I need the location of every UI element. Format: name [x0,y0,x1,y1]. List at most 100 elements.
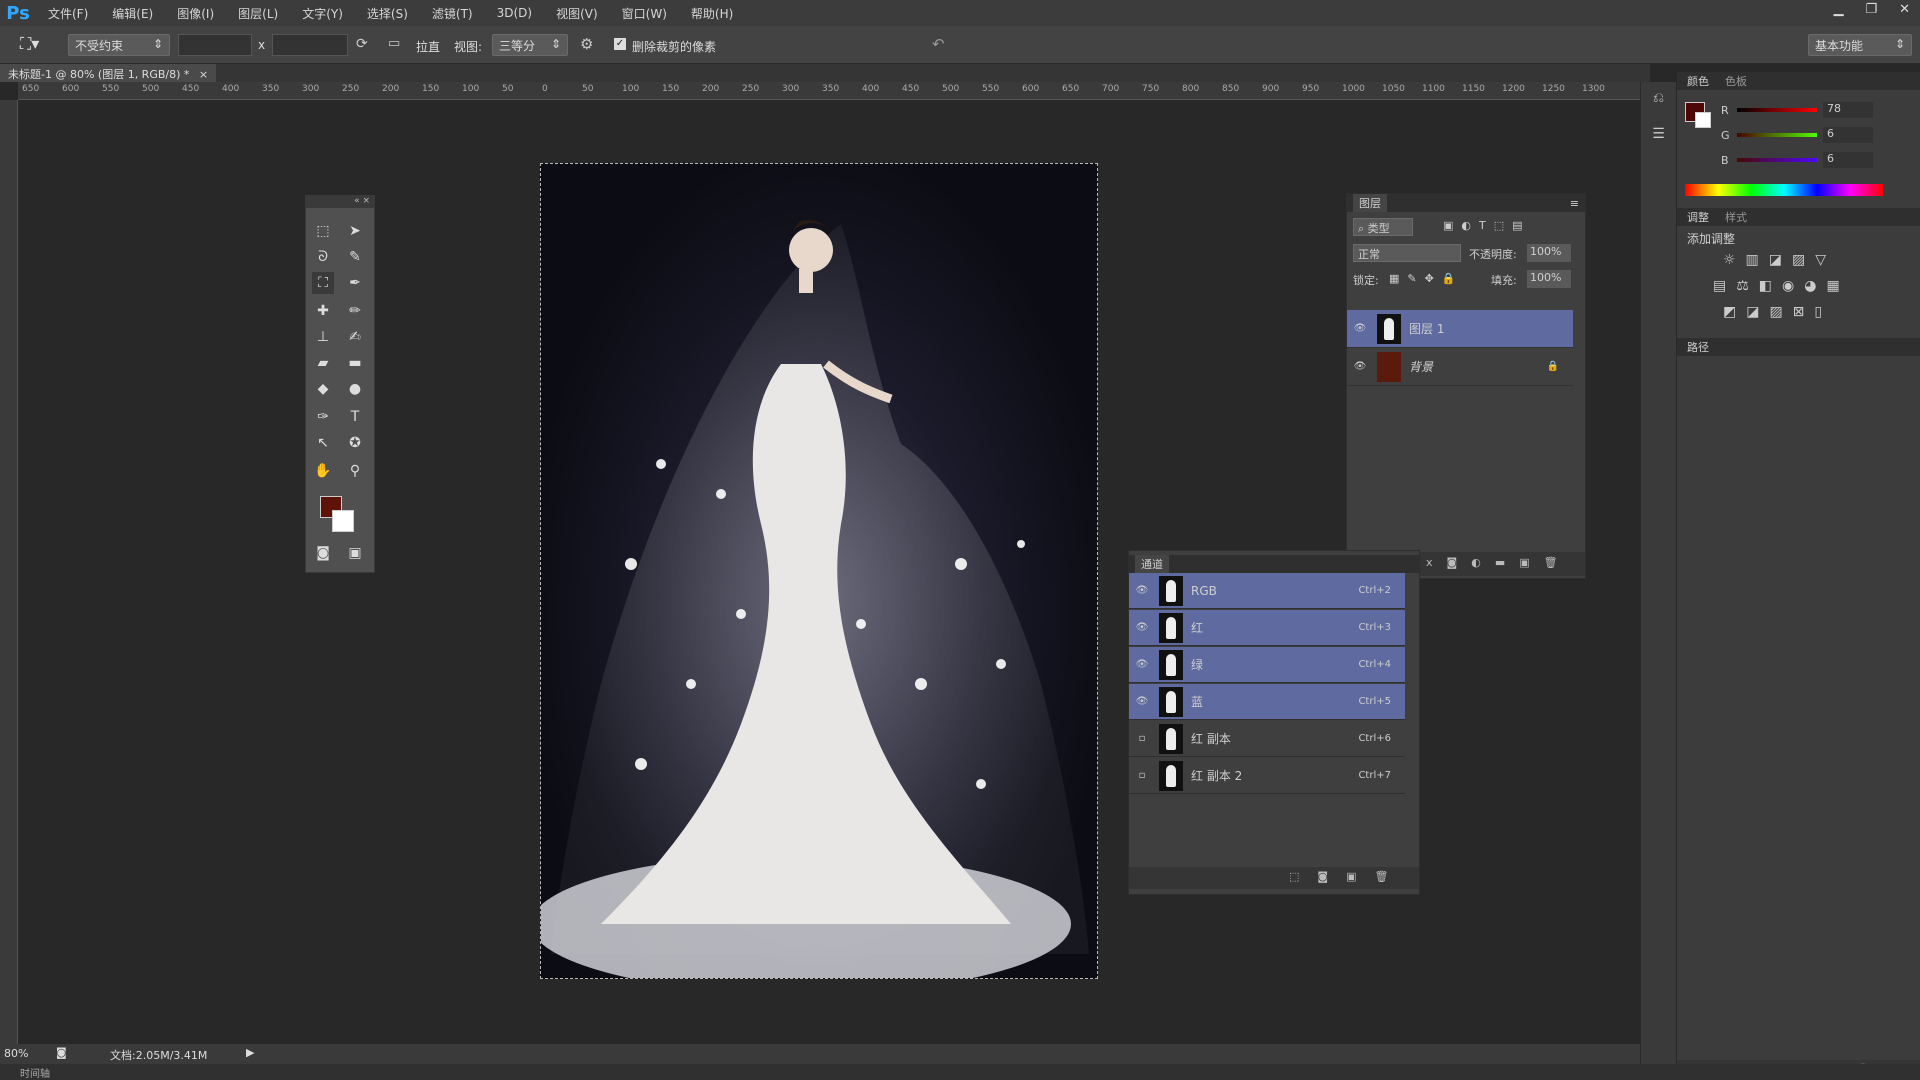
eye-icon[interactable]: 👁 [1133,585,1151,596]
r-value[interactable]: 78 [1823,102,1873,118]
path-select-tool-icon[interactable]: ↖ [312,432,334,454]
workspace-select[interactable]: 基本功能 ⇕ [1808,34,1912,56]
tools-panel-header[interactable]: « × [306,196,374,208]
b-value[interactable]: 6 [1823,152,1873,168]
menu-3d[interactable]: 3D(D) [485,6,544,20]
properties-icon[interactable]: ☰ [1641,126,1676,142]
stamp-tool-icon[interactable]: ⊥ [312,326,334,348]
timeline-label[interactable]: 时间轴 [20,1065,50,1080]
adjustment-icons-row3[interactable]: ◩◪▨⊠▯ [1723,304,1832,320]
eye-icon[interactable]: 👁 [1133,622,1151,633]
menu-view[interactable]: 视图(V) [544,5,610,22]
close-tab-icon[interactable]: × [199,68,208,81]
status-menu-icon[interactable]: ▶ [246,1046,254,1059]
height-input[interactable] [272,34,348,56]
status-icon[interactable]: ◙ [56,1046,67,1059]
blend-mode-select[interactable]: 正常 [1353,244,1461,262]
b-slider[interactable] [1737,158,1817,162]
eye-icon[interactable]: 👁 [1351,323,1369,334]
brush-tool-icon[interactable]: ✏ [344,300,366,322]
bride-photo[interactable] [540,163,1098,979]
layers-tab[interactable]: 图层 [1353,194,1387,212]
visibility-box[interactable]: ▫ [1133,770,1151,781]
shape-tool-icon[interactable]: ✪ [344,432,366,454]
layer-name[interactable]: 背景 [1409,358,1433,375]
delete-cropped-checkbox[interactable]: ✓ [614,38,626,50]
menu-edit[interactable]: 编辑(E) [100,5,165,22]
quick-select-tool-icon[interactable]: ✎ [344,246,366,268]
adjustment-icons-row1[interactable]: ☼▥◪▨▽ [1723,252,1836,268]
crop-tool-icon[interactable]: ⛶ [312,272,334,294]
layer-row[interactable]: 👁 背景 🔒 [1347,348,1573,386]
gear-icon[interactable]: ⚙ [580,35,593,53]
channels-footer-icons[interactable]: ⬚◙▣🗑 [1129,867,1419,889]
marquee-tool-icon[interactable]: ⬚ [312,220,334,242]
color-ramp[interactable] [1685,184,1883,196]
screen-mode-icon[interactable]: ▣ [344,542,366,564]
g-value[interactable]: 6 [1823,127,1873,143]
layer-filter-icons[interactable]: ▣◐T⬚▤ [1443,219,1531,232]
minimize-icon[interactable]: ▁ [1833,2,1843,17]
crop-tool-preset-icon[interactable]: ⛶▾ [20,34,39,54]
swatches-tab[interactable]: 色板 [1725,73,1747,89]
color-tab[interactable]: 颜色 [1687,73,1709,89]
panel-menu-icon[interactable]: ≡ [1570,197,1579,210]
visibility-box[interactable]: ▫ [1133,733,1151,744]
styles-tab[interactable]: 样式 [1725,209,1747,225]
adjustment-icons-row2[interactable]: ▤⚖◧◉◕▦ [1713,278,1850,294]
menu-help[interactable]: 帮助(H) [679,5,745,22]
lasso-tool-icon[interactable]: ᘐ [312,246,334,268]
move-tool-icon[interactable]: ➤ [344,220,366,242]
eye-icon[interactable]: 👁 [1133,659,1151,670]
healing-tool-icon[interactable]: ✚ [312,300,334,322]
eyedropper-tool-icon[interactable]: ✒ [344,272,366,294]
document-tab[interactable]: 未标题-1 @ 80% (图层 1, RGB/8) * × [0,64,217,82]
hand-tool-icon[interactable]: ✋ [312,460,334,482]
channel-row-red-copy[interactable]: ▫ 红 副本 Ctrl+6 [1129,721,1405,757]
ratio-select[interactable]: 不受约束 ⇕ [68,34,170,56]
channels-tab[interactable]: 通道 [1135,555,1169,573]
straighten-icon[interactable]: ▭ [388,36,400,51]
gradient-tool-icon[interactable]: ▬ [344,352,366,374]
menu-select[interactable]: 选择(S) [355,5,420,22]
channel-row-red[interactable]: 👁 红 Ctrl+3 [1129,610,1405,646]
zoom-tool-icon[interactable]: ⚲ [344,460,366,482]
menu-image[interactable]: 图像(I) [165,5,226,22]
lock-icons[interactable]: ▦✎✥🔒 [1389,272,1464,285]
eraser-tool-icon[interactable]: ▰ [312,352,334,374]
blur-tool-icon[interactable]: ◆ [312,378,334,400]
menu-file[interactable]: 文件(F) [36,5,100,22]
view-select[interactable]: 三等分 ⇕ [492,34,568,56]
opacity-input[interactable]: 100% [1527,244,1571,262]
quick-mask-icon[interactable]: ◙ [312,542,334,564]
g-slider[interactable] [1737,133,1817,137]
type-tool-icon[interactable]: T [344,406,366,428]
channel-row-red-copy-2[interactable]: ▫ 红 副本 2 Ctrl+7 [1129,758,1405,794]
r-slider[interactable] [1737,108,1817,112]
channel-row-blue[interactable]: 👁 蓝 Ctrl+5 [1129,684,1405,720]
channel-row-green[interactable]: 👁 绿 Ctrl+4 [1129,647,1405,683]
dodge-tool-icon[interactable]: ● [344,378,366,400]
width-input[interactable] [178,34,252,56]
menu-type[interactable]: 文字(Y) [290,5,355,22]
straighten-label[interactable]: 拉直 [416,38,440,55]
restore-icon[interactable]: ❐ [1865,2,1877,17]
paths-tab[interactable]: 路径 [1687,339,1709,355]
menu-layer[interactable]: 图层(L) [226,5,290,22]
eye-icon[interactable]: 👁 [1133,696,1151,707]
menu-filter[interactable]: 滤镜(T) [420,5,485,22]
adjustments-tab[interactable]: 调整 [1687,209,1709,225]
layer-name[interactable]: 图层 1 [1409,320,1444,337]
bg-color-swatch[interactable] [1695,112,1711,128]
reset-icon[interactable]: ↶ [932,35,945,53]
channel-row-rgb[interactable]: 👁 RGB Ctrl+2 [1129,573,1405,609]
history-icon[interactable]: ⎌ [1641,90,1676,106]
layer-row[interactable]: 👁 图层 1 [1347,310,1573,348]
menu-window[interactable]: 窗口(W) [610,5,679,22]
history-brush-tool-icon[interactable]: ✍ [344,326,366,348]
close-icon[interactable]: ✕ [1899,2,1910,17]
background-color-swatch[interactable] [332,510,354,532]
zoom-level[interactable]: 80% [4,1047,28,1060]
fill-input[interactable]: 100% [1527,270,1571,288]
pen-tool-icon[interactable]: ✑ [312,406,334,428]
